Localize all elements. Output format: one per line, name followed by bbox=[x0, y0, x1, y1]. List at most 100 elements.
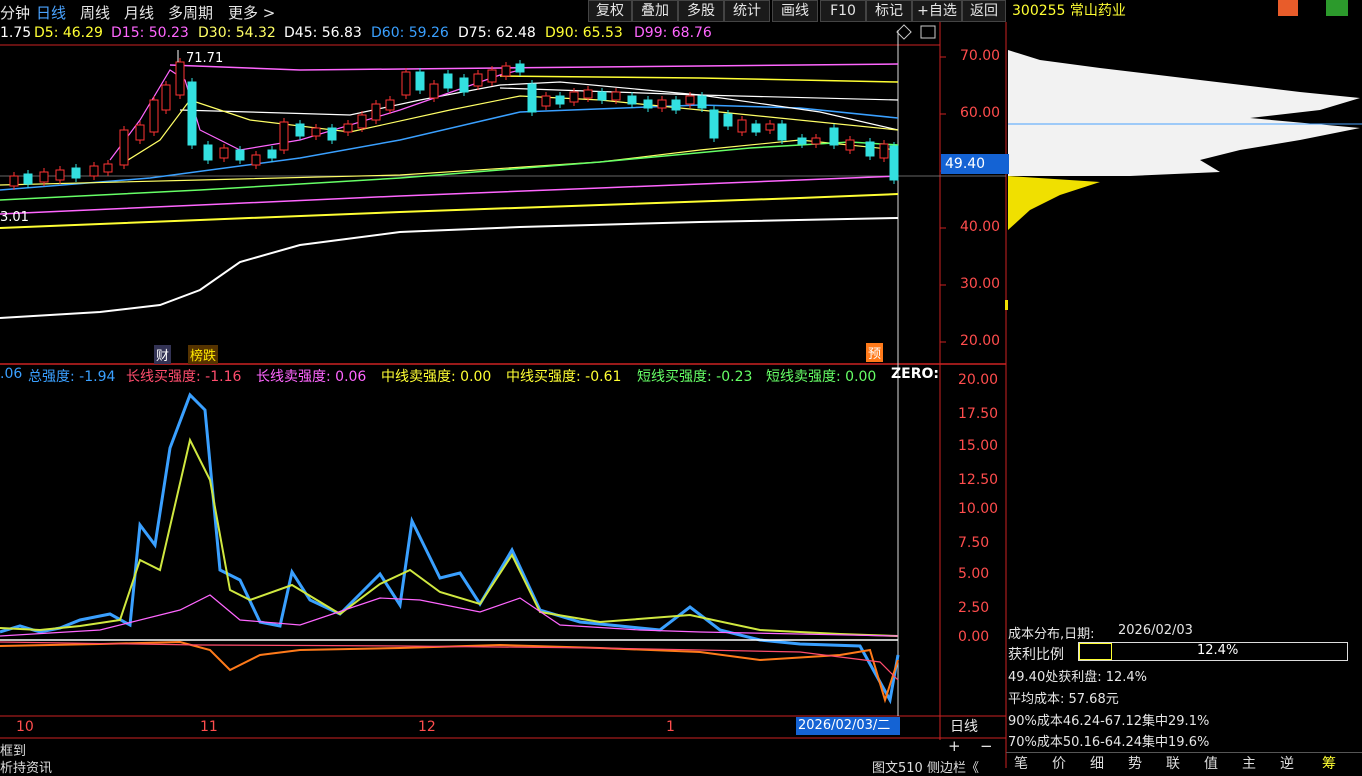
candle-body bbox=[879, 143, 889, 159]
candle-body bbox=[473, 73, 483, 87]
candle-body bbox=[327, 127, 337, 141]
ind-mid-sell: 中线卖强度: 0.00 bbox=[381, 369, 492, 385]
candle-body bbox=[527, 83, 537, 113]
zoom-out-button[interactable]: − bbox=[980, 737, 993, 755]
candle-body bbox=[311, 127, 321, 137]
candle-body bbox=[23, 173, 33, 185]
status-left-2: 析持资讯 bbox=[0, 761, 53, 776]
candle-body bbox=[251, 154, 261, 166]
candle-body bbox=[219, 147, 229, 159]
candle-body bbox=[697, 95, 707, 109]
period-indicator[interactable]: 日线 bbox=[950, 716, 978, 736]
current-price-tag: 49.40 bbox=[941, 154, 1009, 174]
ind-y-tick: 15.00 bbox=[958, 438, 999, 454]
candle-body bbox=[723, 113, 733, 127]
bottom-tabs: 笔 价 细 势 联 值 主 逆 筹 bbox=[1006, 752, 1362, 772]
ind-long-buy: 长线买强度: -1.16 bbox=[126, 369, 242, 385]
ind-y-tick: 5.00 bbox=[958, 566, 990, 582]
candle-body bbox=[643, 99, 653, 109]
tab-value[interactable]: 值 bbox=[1204, 753, 1218, 773]
candle-body bbox=[541, 95, 551, 107]
candle-body bbox=[295, 123, 305, 137]
tab-detail[interactable]: 细 bbox=[1090, 753, 1104, 773]
x-label-nov: 11 bbox=[200, 719, 218, 735]
candle-body bbox=[39, 171, 49, 183]
ind-y-tick: 10.00 bbox=[958, 501, 999, 517]
candle-body bbox=[235, 149, 245, 161]
profit-ratio-label: 获利比例 bbox=[1008, 647, 1064, 663]
candle-body bbox=[765, 123, 775, 131]
candle-body bbox=[135, 124, 145, 141]
profit-at-price: 49.40处获利盘: 12.4% bbox=[1008, 670, 1148, 685]
candle-body bbox=[611, 91, 621, 101]
candle-body bbox=[175, 61, 185, 96]
low-price-label: 3.01 bbox=[0, 210, 29, 225]
candle-body bbox=[597, 91, 607, 101]
candle-body bbox=[371, 103, 381, 121]
candle-body bbox=[279, 121, 289, 151]
tab-trades[interactable]: 笔 bbox=[1014, 753, 1028, 773]
candle-body bbox=[515, 63, 525, 73]
candle-body bbox=[737, 119, 747, 133]
candle-body bbox=[161, 84, 171, 111]
candle-body bbox=[55, 169, 65, 181]
candle-body bbox=[459, 77, 469, 93]
tab-trend[interactable]: 势 bbox=[1128, 753, 1142, 773]
candlesticks bbox=[9, 58, 899, 190]
ind-y-tick: 2.50 bbox=[958, 600, 990, 616]
candle-body bbox=[501, 65, 511, 77]
profit-ratio-value: 12.4% bbox=[1197, 643, 1239, 658]
y-tick: 70.00 bbox=[960, 48, 1001, 64]
candle-body bbox=[671, 99, 681, 111]
ind-prefix: .06 bbox=[0, 366, 23, 382]
candle-body bbox=[657, 99, 667, 109]
tab-main[interactable]: 主 bbox=[1242, 753, 1256, 773]
sidebar-toggle[interactable]: 图文510 侧边栏《 bbox=[872, 757, 979, 776]
candle-body bbox=[357, 114, 367, 129]
y-tick: 40.00 bbox=[960, 219, 1001, 235]
candle-body bbox=[149, 99, 159, 133]
cost-90: 90%成本46.24-67.12集中29.1% bbox=[1008, 714, 1210, 729]
candle-body bbox=[627, 95, 637, 105]
ind-y-tick: 0.00 bbox=[958, 629, 990, 645]
candle-body bbox=[811, 137, 821, 145]
rank-marker[interactable]: 榜跌 bbox=[188, 345, 219, 364]
profit-ratio-fill bbox=[1079, 643, 1113, 660]
x-label-jan: 1 bbox=[666, 719, 675, 735]
tab-chips[interactable]: 筹 bbox=[1322, 753, 1336, 773]
ind-y-tick: 7.50 bbox=[958, 535, 990, 551]
finance-marker[interactable]: 财 bbox=[154, 345, 172, 364]
ind-mid-buy: 中线买强度: -0.61 bbox=[506, 369, 622, 385]
candle-body bbox=[343, 123, 353, 133]
cursor-date: 2026/02/03/二 bbox=[796, 717, 900, 735]
profit-ratio-bar: 12.4% bbox=[1078, 642, 1348, 661]
candle-body bbox=[487, 69, 497, 83]
candle-body bbox=[829, 127, 839, 146]
tab-price[interactable]: 价 bbox=[1052, 753, 1066, 773]
y-tick: 30.00 bbox=[960, 276, 1001, 292]
candle-body bbox=[385, 99, 395, 111]
cost-dist-title: 成本分布,日期: bbox=[1008, 627, 1095, 642]
candle-body bbox=[187, 81, 197, 146]
tab-reverse[interactable]: 逆 bbox=[1280, 753, 1294, 773]
zoom-in-button[interactable]: + bbox=[948, 737, 961, 755]
candle-body bbox=[709, 109, 719, 139]
candle-body bbox=[555, 95, 565, 105]
candle-body bbox=[71, 167, 81, 179]
candle-body bbox=[429, 83, 439, 99]
y-tick: 20.00 bbox=[960, 333, 1001, 349]
candle-body bbox=[203, 144, 213, 161]
tab-linked[interactable]: 联 bbox=[1166, 753, 1180, 773]
high-price-label: 71.71 bbox=[186, 51, 224, 66]
candle-body bbox=[119, 129, 129, 166]
candle-body bbox=[751, 123, 761, 133]
ind-total: 总强度: -1.94 bbox=[28, 369, 116, 385]
candle-body bbox=[267, 149, 277, 159]
candle-body bbox=[569, 91, 579, 103]
cost-dist-date: 2026/02/03 bbox=[1118, 623, 1193, 638]
forecast-marker[interactable]: 预 bbox=[866, 343, 884, 362]
average-cost: 平均成本: 57.68元 bbox=[1008, 692, 1119, 707]
candle-body bbox=[9, 175, 19, 187]
ind-y-tick: 20.00 bbox=[958, 372, 999, 388]
candle-body bbox=[777, 123, 787, 141]
